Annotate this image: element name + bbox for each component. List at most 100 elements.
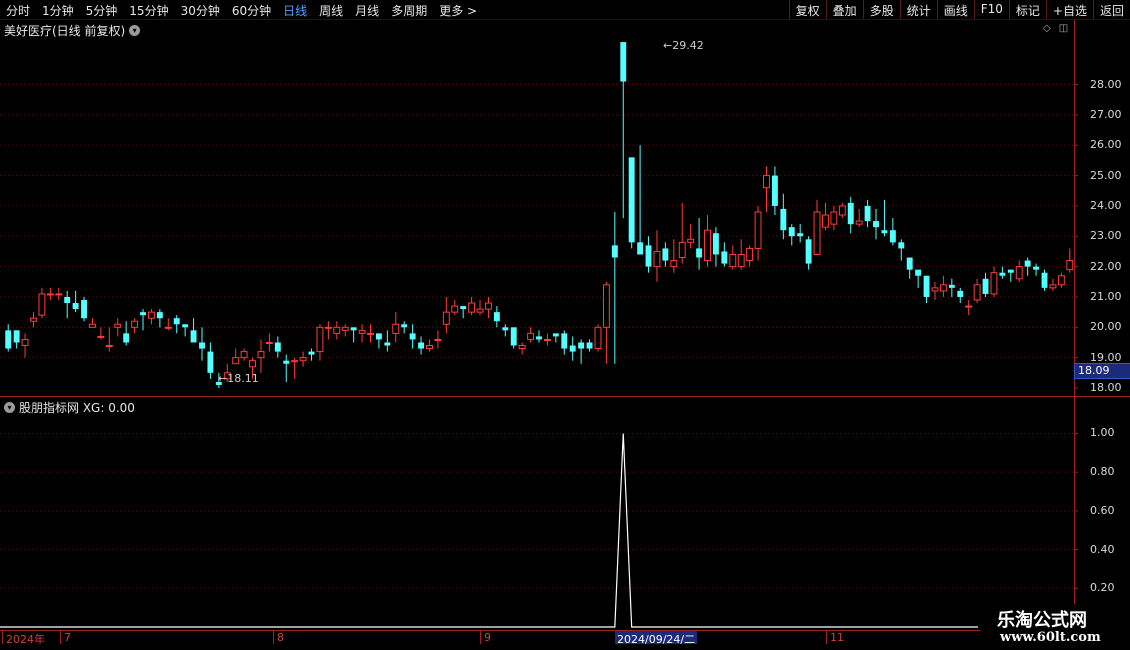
indicator-tick-label: 1.00 [1090, 426, 1115, 440]
candle-body-down [460, 306, 467, 310]
candle-body-down [493, 312, 500, 322]
candle-body-up [89, 323, 96, 328]
candle-body-up [653, 250, 661, 268]
watermark-url: www.60lt.com [1000, 630, 1101, 645]
candle-body-down [401, 324, 408, 328]
candle-body-down [283, 360, 290, 364]
candle-body-down [662, 248, 669, 261]
candle-body-down [721, 251, 728, 264]
candle-body-up [164, 326, 172, 329]
candle-body-down [847, 202, 854, 225]
candle-body-up [105, 345, 113, 348]
candle-body-up [97, 335, 105, 338]
candle-body-up [704, 229, 711, 262]
candle-body-up [737, 253, 745, 268]
candle-body-up [678, 241, 686, 259]
candle-body-up [476, 308, 484, 313]
indicator-tick-label: 0.40 [1090, 542, 1115, 556]
candle-body-up [687, 238, 695, 243]
candle-body-down [199, 342, 205, 349]
candle-body-down [586, 342, 593, 349]
candle-body-up [822, 214, 829, 228]
candle-body-up [451, 305, 459, 313]
candle-body-down [1024, 260, 1031, 267]
candle-body-down [156, 312, 163, 319]
price-tick-label: 18.00 [1090, 381, 1122, 394]
price-tick-label: 25.00 [1090, 168, 1122, 182]
candle-body-down [999, 272, 1006, 276]
candle-body-up [729, 253, 737, 268]
candle-body-down [569, 345, 576, 352]
candle-body-up [830, 211, 838, 225]
price-tick-label: 22.00 [1090, 259, 1122, 273]
candle-body-down [620, 42, 627, 82]
candle-body-up [485, 302, 492, 310]
candle-body-up [543, 338, 551, 341]
candle-body-down [780, 208, 787, 231]
candle-body-down [1041, 272, 1048, 288]
price-tick-label: 27.00 [1090, 107, 1122, 121]
candle-body-down [536, 336, 542, 340]
date-label: 7 [60, 631, 71, 644]
candle-body-down [788, 227, 795, 237]
candle-body-up [358, 329, 366, 334]
candle-body-up [30, 317, 37, 322]
xg-indicator-line [0, 433, 978, 628]
candlestick-chart[interactable] [0, 0, 1130, 650]
candle-body-down [611, 245, 618, 258]
selected-date: 2024/09/24/二 [615, 631, 698, 646]
candle-body-up [594, 326, 602, 350]
candle-body-down [72, 303, 79, 310]
price-tick-label: 24.00 [1090, 198, 1122, 212]
indicator-tick-label: 0.20 [1090, 581, 1115, 595]
candle-body-down [418, 342, 424, 349]
high-price-label: ←29.42 [663, 39, 704, 52]
candle-body-down [906, 257, 913, 270]
candle-body-down [696, 248, 703, 258]
candle-body-up [838, 205, 846, 216]
candle-body-up [55, 293, 63, 296]
price-tick-label: 23.00 [1090, 229, 1122, 243]
candle-body-down [173, 318, 180, 325]
price-tick-label: 21.00 [1090, 289, 1122, 303]
candle-body-down [923, 275, 930, 297]
candle-body-up [46, 293, 54, 296]
candle-body-up [813, 211, 821, 255]
candle-body-down [948, 284, 955, 288]
candle-body-down [637, 242, 644, 255]
candle-body-down [957, 290, 964, 297]
candle-body-down [864, 205, 871, 222]
candle-body-up [754, 211, 762, 249]
candle-body-down [915, 269, 922, 276]
date-label: 2024年 [2, 631, 45, 646]
candle-body-down [207, 351, 214, 373]
candle-body-up [232, 357, 240, 365]
candle-body-up [931, 287, 939, 292]
candle-body-up [21, 338, 29, 347]
candle-body-up [746, 247, 754, 262]
candle-body-down [712, 233, 719, 255]
candle-body-up [38, 293, 46, 316]
candle-body-up [527, 332, 535, 340]
indicator-tick-label: 0.60 [1090, 503, 1115, 517]
candle-body-up [855, 220, 863, 225]
candle-body-up [434, 338, 442, 341]
watermark-title: 乐淘公式网 [997, 610, 1087, 631]
candle-body-down [552, 333, 559, 337]
price-tick-label: 19.00 [1090, 350, 1122, 364]
candle-body-up [965, 305, 973, 308]
date-axis [0, 630, 1074, 645]
candle-body-up [670, 260, 678, 268]
candle-body-up [442, 311, 450, 325]
candle-body-up [316, 326, 324, 353]
candle-body-up [392, 323, 400, 334]
candle-body-up [1049, 284, 1057, 289]
candle-body-up [147, 311, 155, 319]
candle-body-up [367, 332, 374, 335]
candle-body-down [805, 239, 812, 264]
candle-body-down [384, 342, 391, 346]
candle-body-down [502, 327, 509, 331]
candle-body-down [628, 157, 635, 243]
candle-body-down [274, 342, 281, 352]
candle-body-down [771, 175, 778, 206]
